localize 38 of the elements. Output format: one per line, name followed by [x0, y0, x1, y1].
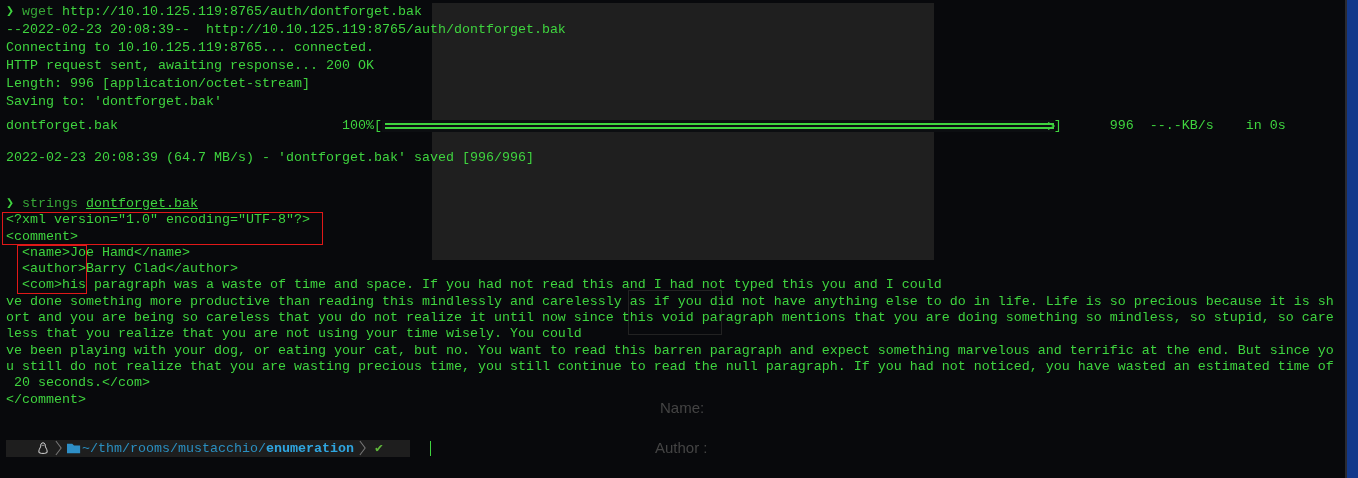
output-line: less that you realize that you are not using your time wisely. You could	[6, 326, 582, 343]
text-cursor	[430, 440, 431, 456]
folder-icon	[67, 441, 81, 455]
directory-text: enumeration	[265, 440, 354, 456]
command-name: wget	[22, 4, 54, 19]
output-line: Saving to: 'dontforget.bak'	[6, 93, 222, 111]
output-line: ve done something more productive than reading this mindlessly and carelessly as if you did not have anything else to do in life. Life is so precious because it is sh	[6, 293, 1334, 311]
prompt-arrow: ❯	[6, 196, 15, 211]
output-line: u still do not realize that you are wasting precious time, you still continue to read the null paragraph. If you had not noticed, you have wasted an estimated time of	[6, 358, 1334, 376]
output-line: <com>his paragraph was a waste of time and space. If you had not read this and I had not typed this you and I could	[21, 277, 942, 294]
command-argument: http://10.10.125.119:8765/auth/dontforget.bak	[62, 4, 422, 19]
file-name: dontforget.bak	[6, 117, 119, 135]
output-line: Length: 996 [application/octet-stream]	[6, 75, 310, 93]
speed-text: --.-KB/s	[1149, 117, 1214, 135]
chevron-icon	[358, 440, 366, 457]
output-line: Connecting to 10.10.125.119:8765... connected.	[6, 39, 374, 57]
output-line: 20 seconds.</com>	[13, 375, 150, 392]
percent-text: 100%[	[341, 117, 382, 135]
output-line: </comment>	[6, 391, 86, 408]
output-line: <comment>	[6, 228, 78, 245]
bracket-text: ]	[1053, 117, 1062, 135]
output-line: <?xml version="1.0" encoding="UTF-8"?>	[6, 212, 310, 229]
command-argument: dontforget.bak	[86, 196, 198, 211]
path-text: ~/thm/rooms/mustacchio/	[82, 440, 266, 456]
status-check: ✔	[374, 440, 383, 457]
preview-label: Name:	[660, 399, 705, 416]
size-text: 996	[1109, 117, 1134, 135]
command-name: strings	[22, 196, 78, 211]
preview-label: Author :	[655, 439, 708, 456]
output-line: --2022-02-23 20:08:39-- http://10.10.125.119:8765/auth/dontforget.bak	[6, 21, 566, 39]
penguin-icon	[36, 441, 50, 455]
output-line: 2022-02-23 20:08:39 (64.7 MB/s) - 'dontforget.bak' saved [996/996]	[6, 149, 534, 167]
output-line: ort and you are being so careless that you do not realize it until now since this void paragraph mentions that you are doing something so mindless, so stupid, so care	[6, 310, 1334, 327]
prompt-arrow: ❯	[6, 4, 15, 19]
chevron-icon	[55, 440, 62, 457]
output-line: ve been playing with your dog, or eating your cat, but no. You want to read this barren paragraph and expect something marvelous and terrific at the end. But since yo	[6, 342, 1334, 359]
time-text: in 0s	[1245, 117, 1286, 135]
output-line: HTTP request sent, awaiting response... 200 OK	[6, 57, 374, 75]
